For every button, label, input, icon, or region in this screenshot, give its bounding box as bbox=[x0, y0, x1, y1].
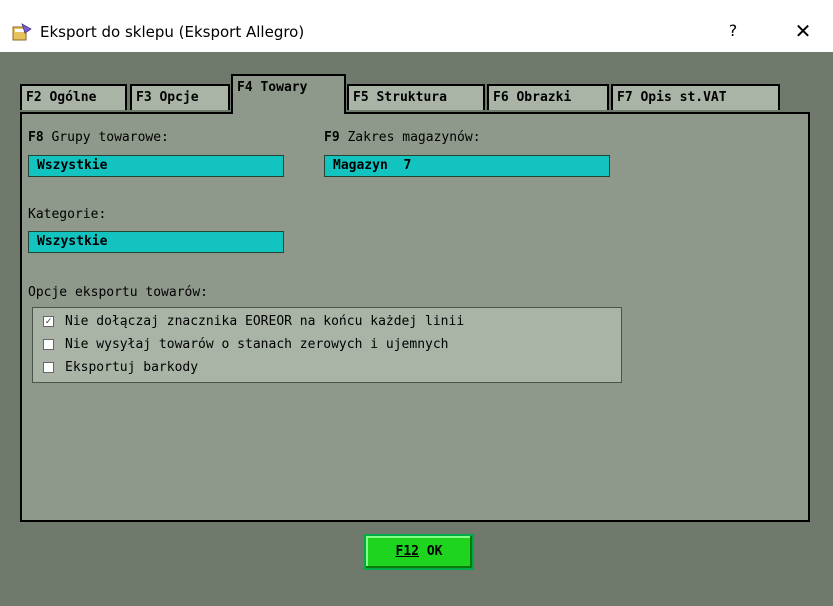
categories-label: Kategorie: bbox=[28, 207, 107, 222]
tab-label: Struktura bbox=[376, 90, 447, 105]
tab-opis-st-vat[interactable]: F7 Opis st.VAT bbox=[611, 84, 780, 110]
warehouses-label: F9 Zakres magazynów: bbox=[324, 130, 481, 145]
groups-key: F8 bbox=[28, 130, 44, 145]
tab-label: Obrazki bbox=[516, 90, 572, 105]
ok-key: F12 bbox=[395, 544, 419, 559]
tab-key: F5 bbox=[353, 90, 369, 105]
groups-label: F8 Grupy towarowe: bbox=[28, 130, 169, 145]
app-icon bbox=[12, 23, 32, 41]
groups-label-text: Grupy towarowe: bbox=[51, 130, 169, 145]
tab-obrazki[interactable]: F6 Obrazki bbox=[487, 84, 609, 110]
title-bar: Eksport do sklepu (Eksport Allegro) ? ✕ bbox=[0, 0, 833, 52]
ok-label: OK bbox=[426, 544, 443, 559]
tab-label: Towary bbox=[260, 80, 308, 95]
export-options-group: ✓ Nie dołączaj znacznika EOREOR na końcu… bbox=[32, 307, 622, 383]
checkbox-unchecked[interactable] bbox=[43, 362, 54, 373]
tab-struktura[interactable]: F5 Struktura bbox=[347, 84, 485, 110]
tab-key: F4 bbox=[237, 80, 253, 95]
dialog-window: Eksport do sklepu (Eksport Allegro) ? ✕ … bbox=[0, 0, 833, 606]
checkbox-unchecked[interactable] bbox=[43, 339, 54, 350]
option-label: Eksportuj barkody bbox=[65, 360, 199, 375]
tab-key: F7 bbox=[617, 90, 633, 105]
tab-label: Ogólne bbox=[49, 90, 97, 105]
close-button[interactable]: ✕ bbox=[783, 16, 823, 46]
help-button[interactable]: ? bbox=[718, 16, 748, 46]
tab-key: F3 bbox=[136, 90, 152, 105]
warehouses-key: F9 bbox=[324, 130, 340, 145]
ok-button[interactable]: F12 OK bbox=[364, 534, 474, 570]
checkbox-checked[interactable]: ✓ bbox=[43, 316, 54, 327]
tab-key: F6 bbox=[493, 90, 509, 105]
tab-towary[interactable]: F4 Towary bbox=[231, 74, 346, 114]
option-label: Nie dołączaj znacznika EOREOR na końcu k… bbox=[65, 314, 465, 329]
tab-label: Opis st.VAT bbox=[640, 90, 727, 105]
tab-panel-towary: F8 Grupy towarowe: Wszystkie F9 Zakres m… bbox=[20, 112, 810, 522]
tab-label: Opcje bbox=[159, 90, 199, 105]
categories-field[interactable]: Wszystkie bbox=[28, 231, 284, 253]
warehouses-label-text: Zakres magazynów: bbox=[347, 130, 481, 145]
tab-ogolne[interactable]: F2 Ogólne bbox=[20, 84, 127, 110]
window-title: Eksport do sklepu (Eksport Allegro) bbox=[40, 23, 305, 41]
export-options-label: Opcje eksportu towarów: bbox=[28, 285, 209, 300]
tab-key: F2 bbox=[26, 90, 42, 105]
option-label: Nie wysyłaj towarów o stanach zerowych i… bbox=[65, 337, 449, 352]
tab-opcje[interactable]: F3 Opcje bbox=[130, 84, 230, 110]
warehouses-field[interactable]: Magazyn 7 bbox=[324, 155, 610, 177]
groups-field[interactable]: Wszystkie bbox=[28, 155, 284, 177]
